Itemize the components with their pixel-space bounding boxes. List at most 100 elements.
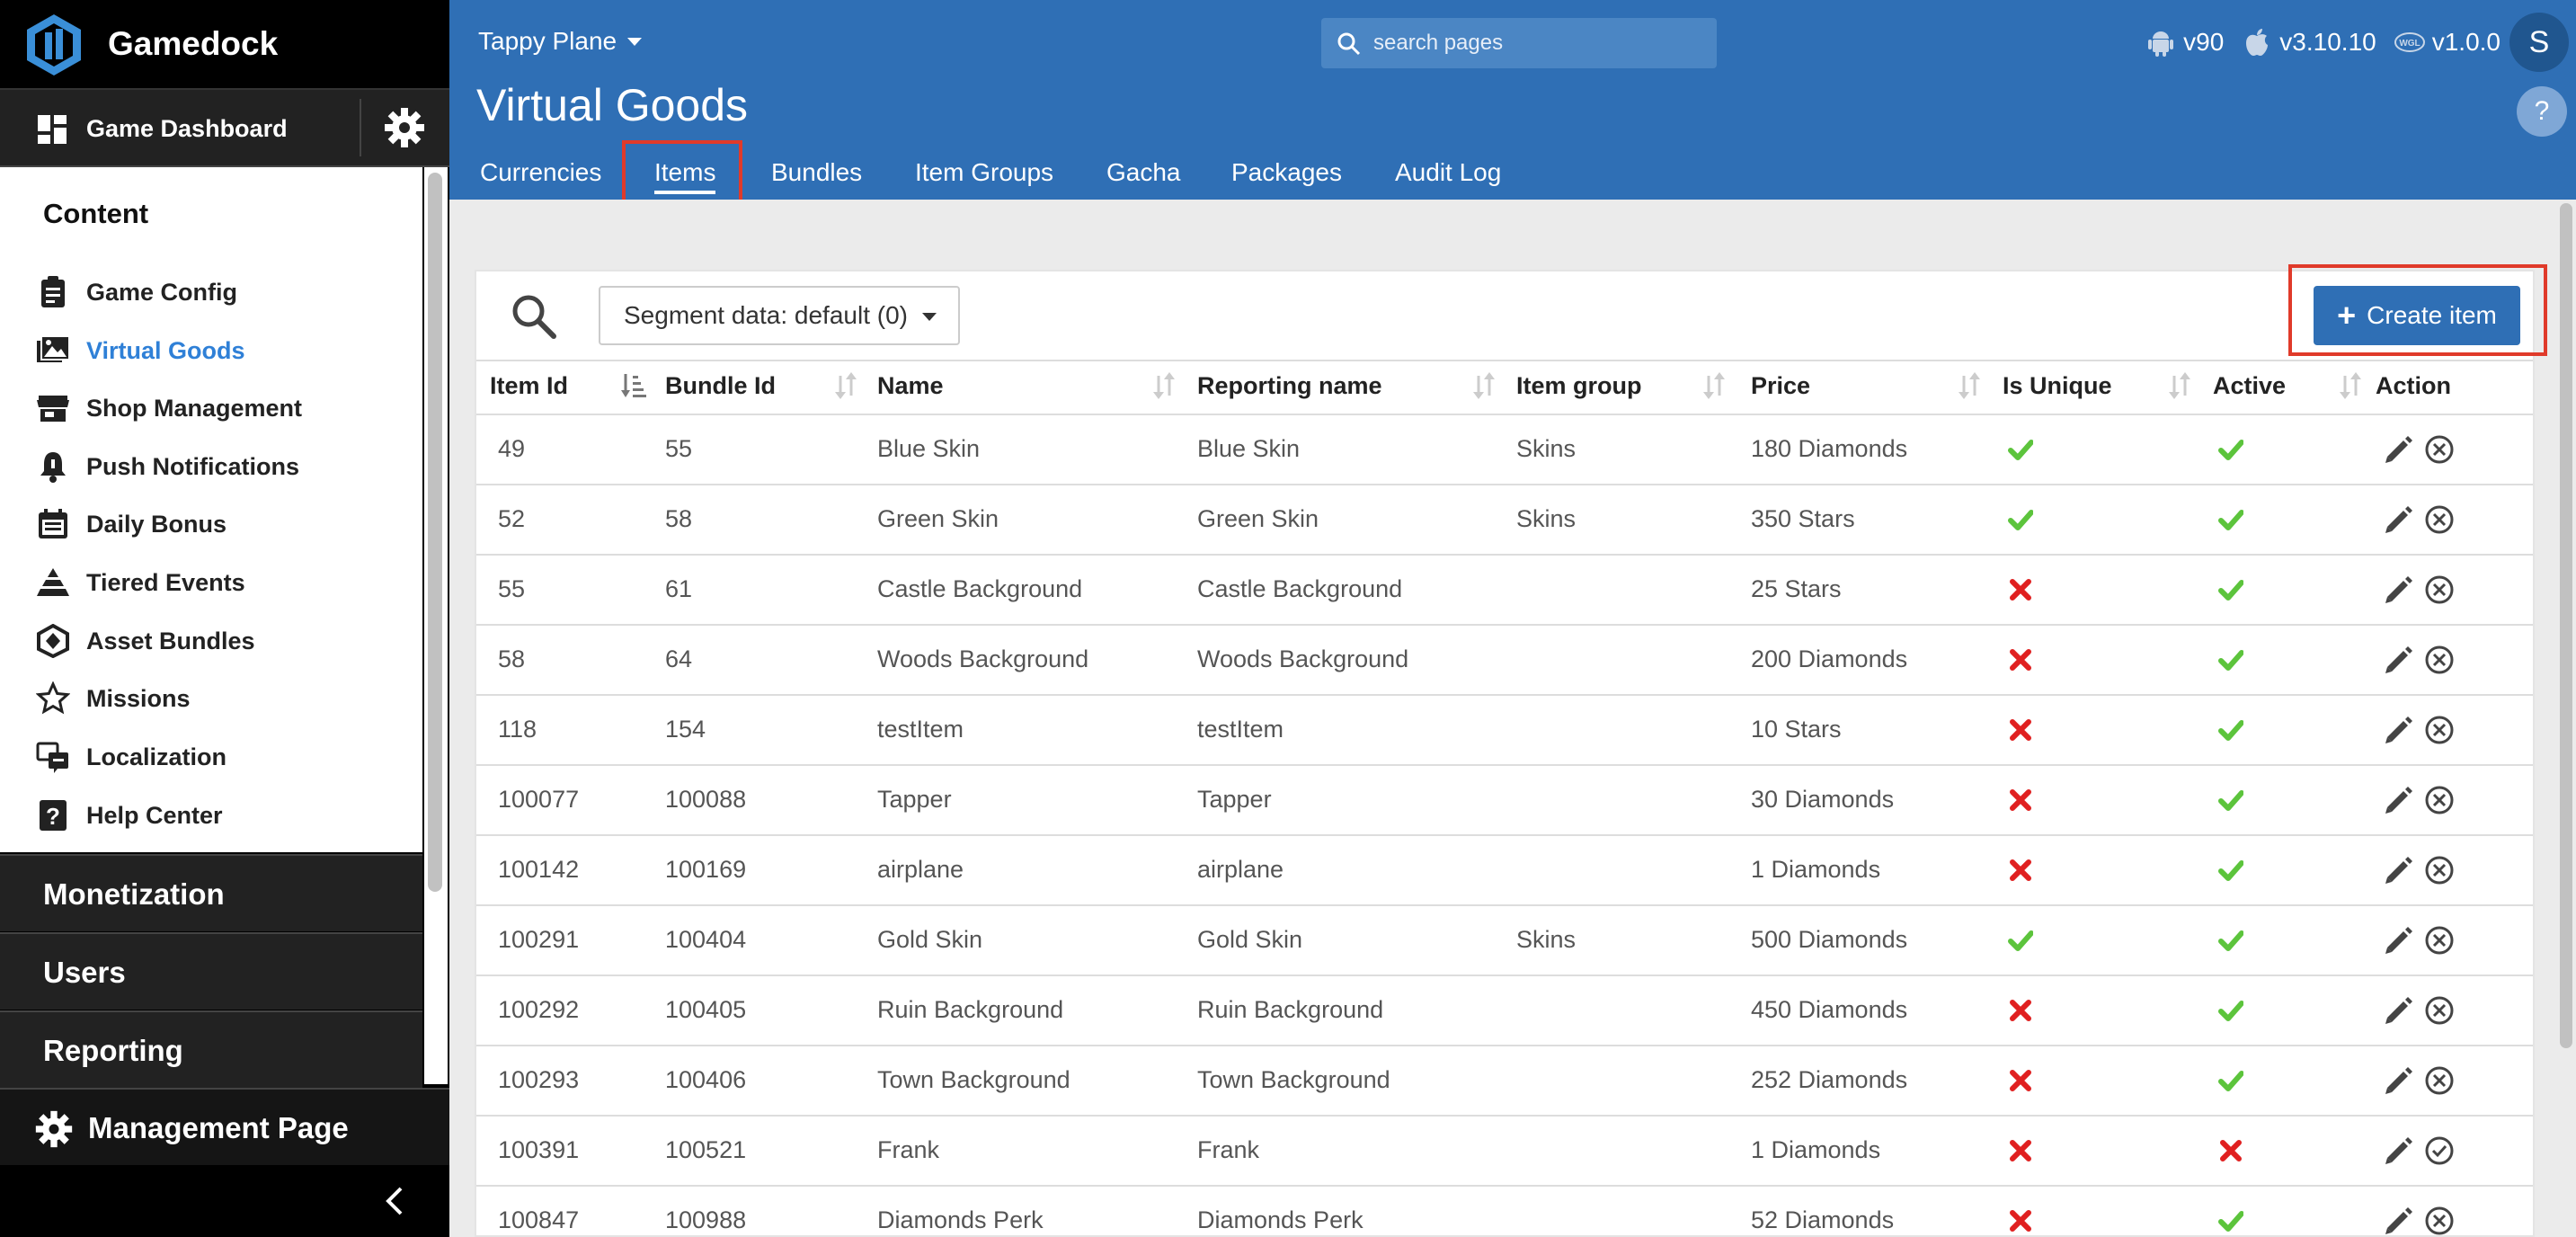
sort-icon[interactable]: [2335, 370, 2366, 401]
sidebar-section-monetization[interactable]: Monetization: [0, 854, 422, 931]
tab-gacha[interactable]: Gacha: [1106, 158, 1181, 187]
deactivate-icon[interactable]: [2423, 994, 2456, 1027]
tab-currencies[interactable]: Currencies: [480, 158, 601, 187]
edit-pencil-icon[interactable]: [2382, 503, 2414, 536]
gear-icon: [35, 1110, 73, 1148]
page-search[interactable]: [1321, 18, 1717, 68]
sidebar-item-shop-management[interactable]: Shop Management: [36, 390, 413, 426]
deactivate-icon[interactable]: [2423, 1205, 2456, 1237]
sidebar-item-label: Daily Bonus: [86, 510, 227, 538]
deactivate-icon[interactable]: [2423, 784, 2456, 816]
column-header[interactable]: Price: [1751, 372, 1810, 400]
dashboard-label: Game Dashboard: [86, 115, 288, 142]
management-page-link[interactable]: Management Page: [0, 1088, 449, 1165]
sidebar-section-users[interactable]: Users: [0, 932, 422, 1010]
edit-pencil-icon[interactable]: [2382, 1135, 2414, 1167]
main-scrollbar[interactable]: [2560, 203, 2572, 1048]
column-header[interactable]: Bundle Id: [665, 372, 776, 400]
active-check-icon: [2218, 790, 2243, 811]
search-input[interactable]: [1373, 27, 1706, 59]
unique-check-icon: [2008, 440, 2033, 460]
tab-packages[interactable]: Packages: [1231, 158, 1342, 187]
app-selector[interactable]: Tappy Plane: [478, 27, 643, 56]
sidebar-item-game-config[interactable]: Game Config: [36, 274, 413, 310]
sort-icon[interactable]: [1954, 370, 1985, 401]
sidebar-item-help-center[interactable]: ? Help Center: [36, 797, 413, 833]
deactivate-icon[interactable]: [2423, 433, 2456, 466]
column-header[interactable]: Item group: [1516, 372, 1642, 400]
deactivate-icon[interactable]: [2423, 854, 2456, 886]
cell-price: 200 Diamonds: [1751, 645, 1908, 672]
deactivate-icon[interactable]: [2423, 503, 2456, 536]
cell-name: Diamonds Perk: [877, 1206, 1044, 1233]
section-label: Users: [43, 956, 126, 989]
edit-pencil-icon[interactable]: [2382, 644, 2414, 676]
column-header[interactable]: Reporting name: [1197, 372, 1382, 400]
deactivate-icon[interactable]: [2423, 924, 2456, 957]
sidebar-item-label: Missions: [86, 684, 191, 712]
unique-cross-icon: [2010, 1000, 2031, 1021]
edit-pencil-icon[interactable]: [2382, 1205, 2414, 1237]
gear-icon[interactable]: [383, 106, 426, 149]
tab-audit-log[interactable]: Audit Log: [1395, 158, 1501, 187]
edit-pencil-icon[interactable]: [2382, 433, 2414, 466]
sidebar-scrollbar-thumb[interactable]: [428, 173, 442, 892]
column-header[interactable]: Item Id: [490, 372, 568, 400]
sort-active-icon[interactable]: [618, 370, 649, 401]
edit-pencil-icon[interactable]: [2382, 1064, 2414, 1097]
cell-name: testItem: [877, 716, 964, 743]
sidebar-item-push-notifications[interactable]: Push Notifications: [36, 449, 413, 485]
edit-pencil-icon[interactable]: [2382, 924, 2414, 957]
help-button[interactable]: ?: [2517, 86, 2567, 137]
cell-bundle-id: 100088: [665, 786, 747, 813]
activate-icon[interactable]: [2423, 1135, 2456, 1167]
active-check-icon: [2218, 1071, 2243, 1091]
deactivate-icon[interactable]: [2423, 714, 2456, 746]
cell-item-id: 100291: [498, 926, 580, 953]
sort-icon[interactable]: [831, 370, 861, 401]
unique-cross-icon: [2010, 719, 2031, 741]
content-section-title[interactable]: Content: [43, 198, 148, 230]
sidebar-item-asset-bundles[interactable]: Asset Bundles: [36, 623, 413, 659]
tab-item-groups[interactable]: Item Groups: [915, 158, 1053, 187]
cell-bundle-id: 100521: [665, 1136, 747, 1163]
column-header[interactable]: Action: [2376, 372, 2451, 400]
sidebar-item-daily-bonus[interactable]: Daily Bonus: [36, 506, 413, 542]
edit-pencil-icon[interactable]: [2382, 714, 2414, 746]
chevron-left-icon[interactable]: [378, 1183, 413, 1219]
game-dashboard-link[interactable]: Game Dashboard: [0, 88, 449, 167]
sidebar-item-tiered-events[interactable]: Tiered Events: [36, 565, 413, 601]
active-check-icon: [2218, 510, 2243, 530]
cell-price: 52 Diamonds: [1751, 1206, 1895, 1233]
sort-icon[interactable]: [2164, 370, 2195, 401]
sidebar-item-virtual-goods[interactable]: Virtual Goods: [36, 333, 413, 369]
column-header[interactable]: Active: [2213, 372, 2286, 400]
sort-icon[interactable]: [1469, 370, 1499, 401]
sidebar-section-reporting[interactable]: Reporting: [0, 1010, 422, 1088]
segment-dropdown[interactable]: Segment data: default (0): [599, 286, 960, 345]
edit-pencil-icon[interactable]: [2382, 994, 2414, 1027]
tab-bundles[interactable]: Bundles: [771, 158, 862, 187]
apple-icon: [2246, 29, 2269, 56]
svg-text:?: ?: [46, 803, 60, 830]
sort-icon[interactable]: [1699, 370, 1729, 401]
edit-pencil-icon[interactable]: [2382, 574, 2414, 606]
column-header[interactable]: Is Unique: [2003, 372, 2112, 400]
deactivate-icon[interactable]: [2423, 574, 2456, 606]
edit-pencil-icon[interactable]: [2382, 854, 2414, 886]
user-avatar[interactable]: S: [2509, 13, 2569, 72]
column-header[interactable]: Name: [877, 372, 944, 400]
sidebar-item-missions[interactable]: Missions: [36, 681, 413, 716]
search-icon[interactable]: [509, 291, 559, 342]
sidebar-item-localization[interactable]: Localization: [36, 739, 413, 775]
sidebar-item-label: Asset Bundles: [86, 627, 255, 654]
sort-icon[interactable]: [1149, 370, 1179, 401]
cell-reporting-name: Green Skin: [1197, 505, 1319, 532]
deactivate-icon[interactable]: [2423, 644, 2456, 676]
edit-pencil-icon[interactable]: [2382, 784, 2414, 816]
unity-icon: [37, 624, 69, 658]
unique-check-icon: [2008, 510, 2033, 530]
cell-reporting-name: Tapper: [1197, 786, 1272, 813]
deactivate-icon[interactable]: [2423, 1064, 2456, 1097]
caret-down-icon: [627, 37, 643, 46]
